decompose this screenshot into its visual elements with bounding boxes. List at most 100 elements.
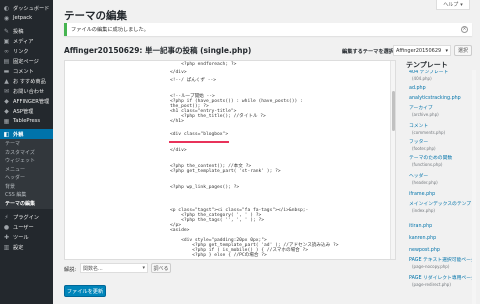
sidebar-item-contact[interactable]: ✉ お問い合わせ [0, 86, 53, 96]
sidebar-item-label: ツール [13, 234, 29, 241]
template-item[interactable]: フッター (footer.php) [409, 140, 472, 151]
sidebar-item-label: Jetpack [13, 15, 33, 21]
tablepress-icon: ▦ [3, 117, 10, 125]
code-line: <?php the_title(); //タイトル ?> [170, 114, 266, 119]
sidebar-item-label: ASP管理 [13, 108, 34, 115]
sidebar-item-media[interactable]: ▣ メディア [0, 36, 53, 46]
template-item[interactable]: ヘッダー (header.php) [409, 174, 472, 185]
template-item[interactable]: 404 テンプレート (404.php) [409, 70, 472, 81]
sidebar-item-appearance[interactable]: ◧ 外観 [0, 129, 53, 139]
sidebar-item-label: プラグイン [13, 214, 39, 221]
sidebar-item-tools[interactable]: ✚ ツール [0, 232, 53, 242]
sidebar-item-pages[interactable]: ▤ 固定ページ [0, 56, 53, 66]
template-item[interactable]: newpost.php [409, 248, 472, 254]
template-item[interactable]: アーカイブ (archive.php) [409, 106, 472, 117]
sidebar-item-label: リンク [13, 48, 29, 55]
template-item[interactable]: PAGE テキスト選択可能ページ (page-nocopy.php) [409, 258, 472, 269]
template-filename: (page-redirect.php) [412, 281, 451, 287]
sidebar-item-label: お問い合わせ [13, 88, 45, 95]
template-name[interactable]: ad.php [409, 86, 472, 92]
template-item[interactable]: テーマのための関数 (functions.php) [409, 156, 472, 167]
template-item[interactable]: kanren.php [409, 236, 472, 242]
submenu-item-header[interactable]: ヘッダー [0, 174, 53, 183]
template-name[interactable]: メインインデックスのテンプレート [409, 202, 472, 208]
mail-icon: ✉ [3, 87, 10, 95]
submenu-item-widgets[interactable]: ウィジェット [0, 157, 53, 166]
template-item[interactable]: analyticstracking.php [409, 96, 472, 102]
template-filename: (header.php) [412, 179, 438, 185]
code-line: <?php wp_link_pages(); ?> [170, 185, 240, 190]
submenu-item-menus[interactable]: メニュー [0, 166, 53, 175]
settings-icon: ▥ [3, 243, 10, 251]
template-item[interactable]: iframe.php [409, 192, 472, 198]
sidebar-item-label: 投稿 [13, 28, 24, 35]
select-theme-label: 編集するテーマを選択: [342, 49, 396, 55]
page-icon: ▤ [3, 57, 10, 65]
submenu-item-customize[interactable]: カスタマイズ [0, 149, 53, 158]
sidebar-item-settings[interactable]: ▥ 設定 [0, 242, 53, 252]
template-item[interactable]: ad.php [409, 86, 472, 92]
sidebar-item-dashboard[interactable]: ◐ ダッシュボード [0, 3, 53, 13]
notice-text: ファイルの編集に成功しました。 [71, 27, 149, 33]
code-line: </div> [170, 148, 187, 153]
link-icon: ∞ [4, 47, 9, 55]
template-name[interactable]: iframe.php [409, 192, 472, 198]
code-editor[interactable]: <?php endforeach; ?> </div> <!--/ ぱんくず -->… [64, 60, 396, 260]
media-icon: ▣ [3, 37, 10, 45]
template-name[interactable]: PAGE リダイレクト専用ページ [409, 276, 472, 282]
template-item[interactable]: メインインデックスのテンプレート(index.php) [409, 202, 472, 213]
sidebar-item-tablepress[interactable]: ▦ TablePress [0, 116, 53, 126]
template-name[interactable]: PAGE テキスト選択可能ページ [409, 258, 472, 264]
sidebar-item-plugins[interactable]: ⚡ プラグイン [0, 212, 53, 222]
submenu-item-themes[interactable]: テーマ [0, 140, 53, 149]
template-filename: (comments.php) [412, 129, 446, 135]
template-item[interactable]: itiran.php [409, 224, 472, 230]
sidebar-item-posts[interactable]: ✎ 投稿 [0, 26, 53, 36]
template-filename: (404.php) [412, 75, 432, 81]
jetpack-icon: ◉ [3, 14, 10, 22]
template-filename: (archive.php) [412, 111, 439, 117]
sidebar-item-comments[interactable]: ▬ コメント [0, 66, 53, 76]
template-name[interactable]: kanren.php [409, 236, 472, 242]
comment-icon: ▬ [3, 67, 10, 75]
lookup-button[interactable]: 調べる [151, 263, 171, 273]
sidebar-item-label: メディア [13, 38, 34, 45]
dismiss-icon[interactable]: × [461, 26, 468, 33]
templates-list: 404 テンプレート (404.php) ad.php analyticstracki… [406, 70, 472, 304]
chevron-down-icon: ▾ [460, 1, 463, 8]
sidebar-item-label: コメント [13, 68, 34, 75]
sidebar-item-asp[interactable]: ◆ ASP管理 [0, 106, 53, 116]
editor-scrollbar[interactable] [390, 61, 395, 259]
help-tab[interactable]: ヘルプ ▾ [436, 0, 470, 10]
documentation-label: 解説: [64, 267, 77, 273]
theme-select-value: Affinger20150629 [396, 47, 442, 54]
admin-sidebar: ◐ ダッシュボード ◉ Jetpack ✎ 投稿 ▣ メディア ∞ リンク ▤ … [0, 0, 53, 304]
sidebar-item-label: TablePress [13, 118, 41, 124]
code-line: <aside> [170, 228, 190, 233]
editor-scrollbar-thumb[interactable] [391, 91, 395, 131]
template-name[interactable]: analyticstracking.php [409, 96, 472, 102]
sidebar-item-recommended[interactable]: ▲ お すすめ商品 [0, 76, 53, 86]
code-line: </div> [170, 70, 187, 75]
templates-scrollbar[interactable] [472, 70, 476, 304]
sidebar-item-jetpack[interactable]: ◉ Jetpack [0, 13, 53, 23]
submenu-item-theme-editor[interactable]: テーマの編集 [0, 200, 53, 209]
submenu-item-css[interactable]: CSS 編集 [0, 191, 53, 200]
sidebar-item-affinger[interactable]: ◆ AFFINGER管理 [0, 96, 53, 106]
template-name[interactable]: itiran.php [409, 224, 472, 230]
plugin-icon: ⚡ [4, 213, 9, 221]
sidebar-item-label: ユーザー [13, 224, 34, 231]
documentation-select[interactable]: 関数名... ▾ [80, 263, 148, 273]
select-theme-button[interactable]: 選択 [454, 45, 472, 56]
sidebar-item-links[interactable]: ∞ リンク [0, 46, 53, 56]
sidebar-item-users[interactable]: ● ユーザー [0, 222, 53, 232]
submenu-item-background[interactable]: 背景 [0, 183, 53, 192]
template-item[interactable]: コメント (comments.php) [409, 124, 472, 135]
appearance-submenu: テーマ カスタマイズ ウィジェット メニュー ヘッダー 背景 CSS 編集 テー… [0, 139, 53, 209]
update-file-button[interactable]: ファイルを更新 [64, 285, 106, 297]
asp-icon: ◆ [4, 107, 9, 115]
sidebar-item-label: 外観 [13, 131, 24, 138]
template-name[interactable]: newpost.php [409, 248, 472, 254]
template-item[interactable]: PAGE リダイレクト専用ページ (page-redirect.php) [409, 276, 472, 287]
theme-select[interactable]: Affinger20150629 ▾ [393, 45, 451, 56]
